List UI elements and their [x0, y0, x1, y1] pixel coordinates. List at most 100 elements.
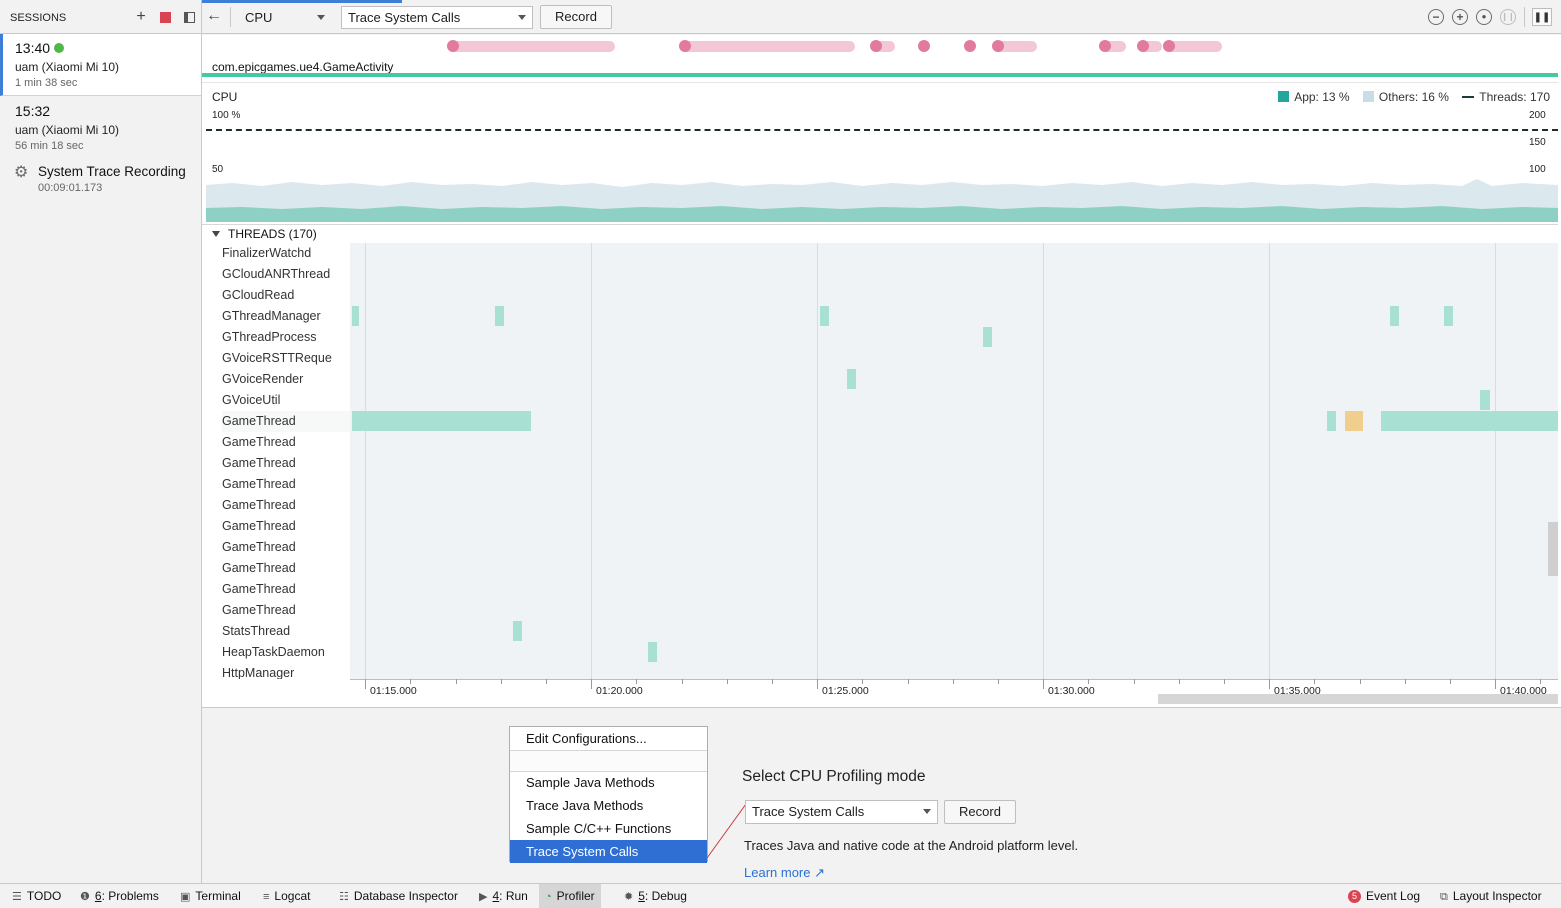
recording-label: System Trace Recording — [38, 164, 186, 179]
add-session-icon[interactable]: + — [133, 8, 149, 25]
event-log-tab[interactable]: 5 Event Log — [1342, 884, 1426, 908]
run-tab[interactable]: ▶ 4: Run — [473, 884, 534, 908]
menu-item-trace-java[interactable]: Trace Java Methods — [510, 794, 707, 817]
thread-name[interactable]: GameThread — [222, 537, 296, 558]
session-time: 15:32 — [15, 103, 51, 119]
stop-session-icon[interactable] — [157, 9, 173, 25]
zoom-in-icon[interactable]: + — [1452, 9, 1468, 25]
thread-name[interactable]: FinalizerWatchd — [222, 243, 311, 264]
layout-inspector-tab[interactable]: ⧉ Layout Inspector — [1434, 884, 1548, 908]
horizontal-scrollbar[interactable] — [1158, 694, 1558, 704]
zoom-out-icon[interactable]: − — [1428, 9, 1444, 25]
thread-name[interactable]: GVoiceRSTTReque — [222, 348, 332, 369]
thread-state-block[interactable] — [983, 327, 992, 347]
thread-state-block[interactable] — [847, 369, 856, 389]
thread-name[interactable]: GameThread — [222, 579, 296, 600]
threads-header[interactable]: THREADS (170) — [212, 227, 317, 241]
edit-configurations-item[interactable]: Edit Configurations... — [510, 727, 707, 750]
touch-event-dot[interactable] — [964, 40, 976, 52]
thread-name[interactable]: GThreadProcess — [222, 327, 316, 348]
grid-line — [1495, 243, 1496, 679]
thread-state-block[interactable] — [495, 306, 504, 326]
profiler-select[interactable]: CPU — [238, 6, 332, 29]
thread-name[interactable]: GameThread — [222, 495, 296, 516]
thread-state-block[interactable] — [820, 306, 829, 326]
learn-more-link[interactable]: Learn more ↗ — [744, 865, 825, 881]
collapse-panel-icon[interactable] — [181, 9, 197, 25]
record-button[interactable]: Record — [540, 5, 612, 29]
thread-name[interactable]: GameThread — [222, 432, 296, 453]
activity-label: com.epicgames.ue4.GameActivity — [212, 60, 394, 74]
session-duration: 56 min 18 sec — [15, 140, 84, 152]
axis-tick — [1405, 679, 1406, 684]
thread-name[interactable]: GameThread — [222, 558, 296, 579]
thread-waiting-block[interactable] — [1345, 411, 1363, 431]
back-arrow-icon[interactable]: ← — [206, 7, 222, 25]
profiling-mode-select[interactable]: Trace System Calls — [745, 800, 938, 824]
attach-to-live-icon[interactable]: ❙❙ — [1500, 9, 1516, 25]
thread-state-block[interactable] — [352, 306, 359, 326]
threads-section: THREADS (170) FinalizerWatchd GCloudANRTh… — [202, 226, 1558, 707]
touch-event[interactable] — [451, 41, 615, 52]
reset-zoom-icon[interactable]: ● — [1476, 9, 1492, 25]
database-inspector-tab[interactable]: ☷ Database Inspector — [333, 884, 464, 908]
thread-name[interactable]: GCloudRead — [222, 285, 294, 306]
thread-name[interactable]: GThreadManager — [222, 306, 321, 327]
touch-event-dot — [1163, 40, 1175, 52]
profiler-select-value: CPU — [245, 10, 273, 25]
config-select[interactable]: Trace System Calls — [341, 6, 533, 29]
logcat-tab[interactable]: ≡ Logcat — [257, 884, 316, 908]
thread-name[interactable]: GCloudANRThread — [222, 264, 330, 285]
thread-states-canvas[interactable] — [350, 243, 1558, 679]
thread-state-block[interactable] — [1480, 390, 1490, 410]
axis-tick — [1224, 679, 1225, 684]
thread-state-block[interactable] — [1390, 306, 1399, 326]
thread-state-block[interactable] — [1381, 411, 1558, 431]
thread-name[interactable]: HeapTaskDaemon — [222, 642, 325, 663]
thread-name[interactable]: HttpManager — [222, 663, 294, 679]
menu-item-trace-system-calls[interactable]: Trace System Calls — [510, 840, 707, 863]
thread-name[interactable]: GameThread — [222, 453, 296, 474]
profiler-label: Profiler — [556, 889, 595, 903]
thread-state-block[interactable] — [1444, 306, 1453, 326]
menu-item-sample-java[interactable]: Sample Java Methods — [510, 771, 707, 794]
session-duration: 1 min 38 sec — [15, 77, 78, 89]
thread-state-block[interactable] — [648, 642, 657, 662]
activity-bar[interactable] — [202, 73, 1558, 77]
profiler-tab[interactable]: ◔ Profiler — [539, 884, 601, 908]
touch-event-dot — [870, 40, 882, 52]
todo-tab[interactable]: ☰ TODO — [6, 884, 67, 908]
vertical-scrollbar[interactable] — [1548, 522, 1558, 576]
layout-inspector-label: Layout Inspector — [1452, 889, 1542, 903]
chevron-down-icon — [317, 15, 325, 20]
thread-name[interactable]: GameThread — [222, 474, 296, 495]
touch-event-dot — [1137, 40, 1149, 52]
thread-name[interactable]: StatsThread — [222, 621, 290, 642]
grid-line — [591, 243, 592, 679]
recording-item[interactable]: ⚙ System Trace Recording 00:09:01.173 — [14, 162, 194, 198]
problems-tab[interactable]: ❶ 6: Problems — [74, 884, 165, 908]
menu-separator — [510, 750, 707, 772]
thread-name[interactable]: GameThread — [222, 600, 296, 621]
session-item-1340[interactable]: 13:40 uam (Xiaomi Mi 10) 1 min 38 sec — [0, 34, 201, 96]
touch-event-dot[interactable] — [918, 40, 930, 52]
pause-icon[interactable]: ❚❚ — [1532, 8, 1552, 26]
touch-event[interactable] — [681, 41, 855, 52]
thread-name[interactable]: GameThread — [222, 411, 350, 432]
thread-state-block[interactable] — [352, 411, 531, 431]
thread-name[interactable]: GameThread — [222, 516, 296, 537]
thread-name[interactable]: GVoiceUtil — [222, 390, 280, 411]
debug-tab[interactable]: ✹ 5: Debug — [618, 884, 693, 908]
session-item-1532[interactable]: 15:32 uam (Xiaomi Mi 10) 56 min 18 sec ⚙… — [0, 96, 201, 216]
axis-tick — [1088, 679, 1089, 684]
axis-tick — [953, 679, 954, 684]
thread-state-block[interactable] — [1327, 411, 1336, 431]
cpu-usage-chart[interactable] — [202, 85, 1558, 225]
record-button[interactable]: Record — [944, 800, 1016, 824]
chevron-down-icon — [518, 15, 526, 20]
terminal-tab[interactable]: ▣ Terminal — [174, 884, 247, 908]
thread-state-block[interactable] — [513, 621, 522, 641]
menu-item-sample-cpp[interactable]: Sample C/C++ Functions — [510, 817, 707, 840]
thread-name[interactable]: GVoiceRender — [222, 369, 303, 390]
toolbar-divider — [230, 7, 231, 27]
